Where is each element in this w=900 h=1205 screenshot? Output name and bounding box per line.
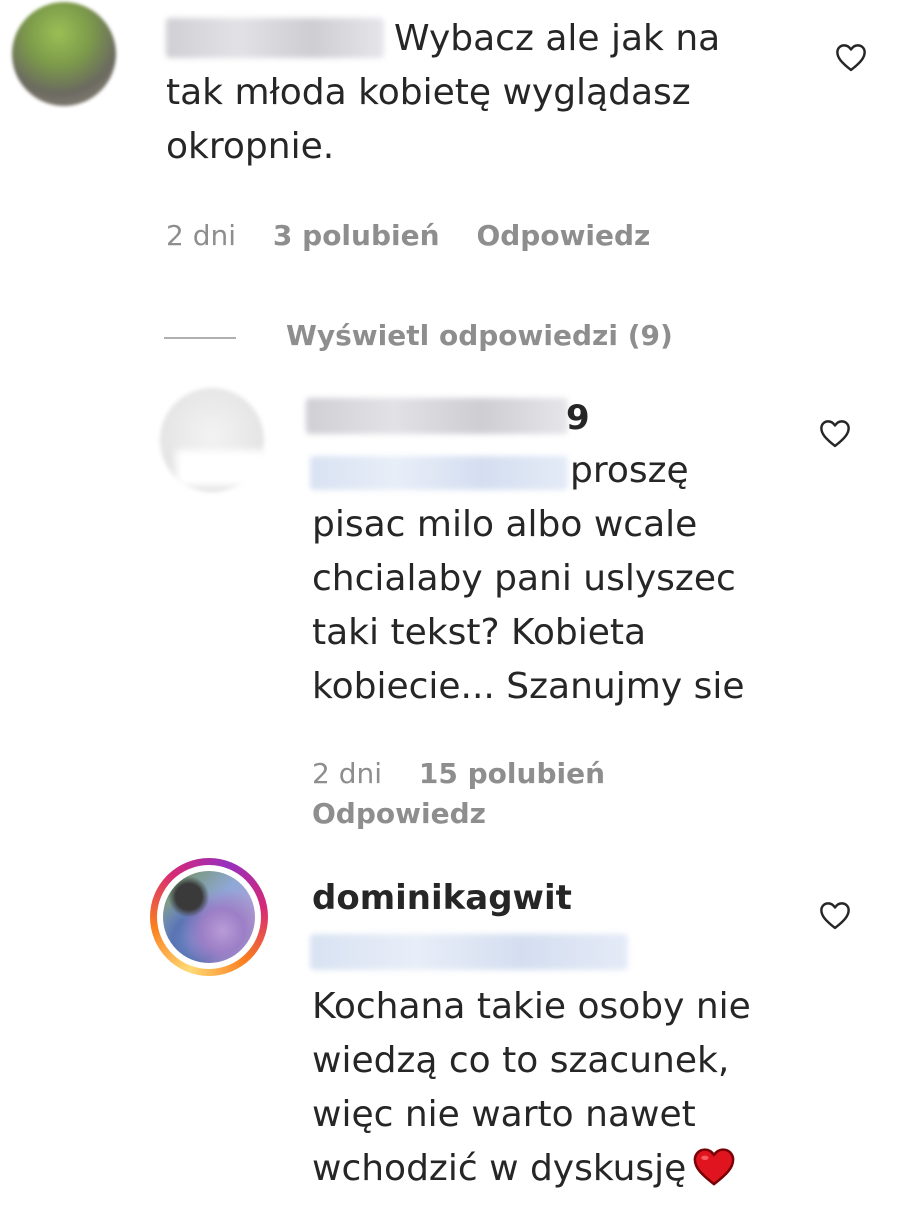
heart-icon[interactable] [834, 42, 868, 72]
heart-icon[interactable] [818, 900, 852, 930]
view-replies-button[interactable]: Wyświetl odpowiedzi (9) [286, 318, 673, 354]
comment-time[interactable]: 2 dni [166, 219, 236, 252]
comment-meta: 2 dni 3 polubień Odpowiedz [166, 218, 650, 254]
reply-text: Kochana takie osoby nie wiedzą co to sza… [312, 980, 832, 1196]
heart-icon[interactable] [818, 418, 852, 448]
comment-reply-button[interactable]: Odpowiedz [476, 219, 650, 252]
reply-reply-button[interactable]: Odpowiedz [312, 796, 486, 832]
reply-text: proszę pisac milo albo wcale chcialaby p… [312, 450, 745, 707]
reply-meta: 2 dni 15 polubień [312, 756, 605, 792]
view-replies-divider [164, 337, 236, 339]
reply-likes[interactable]: 15 polubień [419, 757, 605, 790]
comment-likes[interactable]: 3 polubień [273, 219, 440, 252]
reply-mention-redacted[interactable] [310, 934, 628, 970]
red-heart-emoji-icon [693, 1148, 735, 1186]
comment-text: Wybacz ale jak na tak młoda kobietę wygl… [166, 18, 721, 167]
reply-username-redacted[interactable] [306, 398, 568, 434]
reply-text-content: Kochana takie osoby nie wiedzą co to sza… [312, 986, 751, 1189]
avatar-redaction [176, 450, 266, 486]
commenter-avatar[interactable] [12, 2, 116, 106]
reply-username-suffix[interactable]: 9 [566, 398, 590, 438]
reply-time[interactable]: 2 dni [312, 757, 382, 790]
reply-avatar[interactable] [163, 871, 255, 963]
reply-username[interactable]: dominikagwit [312, 878, 572, 918]
